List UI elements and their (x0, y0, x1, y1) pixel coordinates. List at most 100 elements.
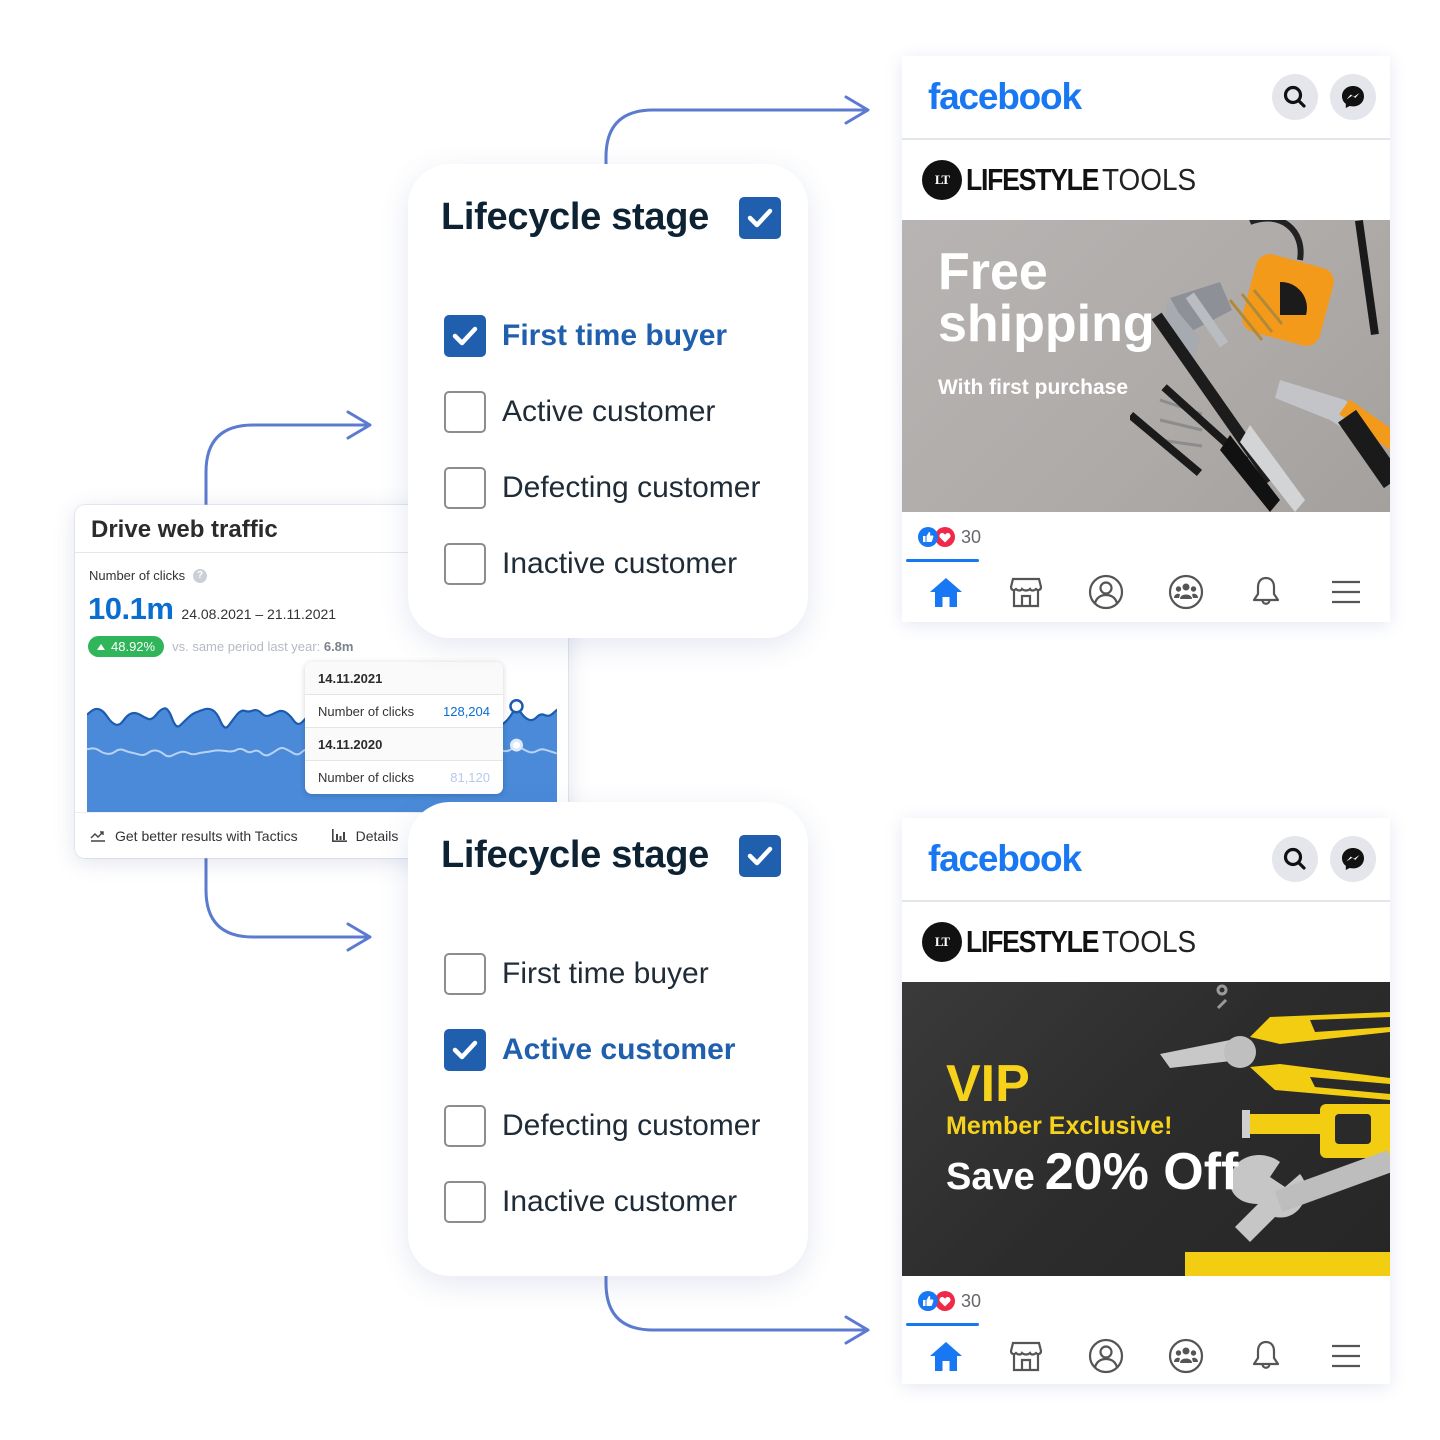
tactics-label: Get better results with Tactics (115, 827, 298, 844)
bell-icon (1252, 1340, 1280, 1369)
brand-name-light: TOOLS (1101, 924, 1196, 959)
lifecycle-title: Lifecycle stage (441, 196, 709, 238)
ad-offer: Save 20% Off (946, 1142, 1238, 1202)
option-label: First time buyer (502, 319, 728, 352)
option-label: First time buyer (502, 957, 709, 990)
highlight-point-current[interactable] (509, 698, 524, 714)
trend-up-icon (90, 830, 105, 842)
active-tab-indicator (906, 559, 979, 562)
option-defecting-customer[interactable]: Defecting customer (444, 1086, 760, 1166)
facebook-logo[interactable]: facebook (928, 76, 1082, 118)
option-active-customer[interactable]: Active customer (444, 372, 760, 452)
option-label: Inactive customer (502, 1185, 738, 1218)
option-first-time-buyer[interactable]: First time buyer (444, 296, 760, 376)
brand-name-bold: LIFESTYLE (966, 162, 1099, 197)
tab-groups[interactable] (1156, 1331, 1216, 1381)
reaction-icons (918, 1291, 955, 1311)
select-all-checkbox[interactable] (739, 196, 781, 239)
option-first-time-buyer[interactable]: First time buyer (444, 934, 760, 1014)
delta-row: 48.92% vs. same period last year: 6.8m (88, 636, 353, 657)
bar-chart-icon (331, 829, 347, 842)
ad-headline: Member Exclusive! (946, 1112, 1173, 1140)
arrow-up-icon (97, 643, 105, 650)
checkbox[interactable] (444, 391, 486, 433)
messenger-button[interactable] (1330, 836, 1376, 882)
lifecycle-title: Lifecycle stage (441, 834, 709, 876)
bell-icon (1252, 576, 1280, 605)
facebook-header: facebook (902, 818, 1390, 902)
checkbox[interactable] (444, 543, 486, 585)
checkmark-icon (747, 208, 773, 227)
facebook-logo[interactable]: facebook (928, 838, 1082, 880)
home-icon (930, 578, 962, 607)
messenger-button[interactable] (1330, 74, 1376, 120)
reactions-summary[interactable]: 30 (902, 512, 1390, 562)
facebook-tab-bar (902, 559, 1390, 622)
checkmark-icon (747, 846, 773, 865)
metric-value: 10.1m (88, 591, 174, 626)
tab-marketplace[interactable] (996, 567, 1056, 617)
ad-image-vip[interactable]: VIP Member Exclusive! Save 20% Off (902, 982, 1390, 1276)
page-brand[interactable]: LT LIFESTYLE TOOLS (902, 140, 1390, 220)
tooltip-current-date: 14.11.2021 (305, 662, 503, 695)
checkbox[interactable] (444, 467, 486, 509)
compare-label: vs. same period last year: (172, 639, 321, 654)
tooltip-current-row: Number of clicks 128,204 (305, 695, 503, 728)
page-brand[interactable]: LT LIFESTYLE TOOLS (902, 902, 1390, 982)
lifecycle-card-top: Lifecycle stage First time buyer Active … (408, 164, 808, 638)
reactions-summary[interactable]: 30 (902, 1276, 1390, 1326)
tab-home[interactable] (916, 567, 976, 617)
ad-headline-text: Free shipping (938, 243, 1155, 353)
checkbox[interactable] (444, 1105, 486, 1147)
tab-notifications[interactable] (1236, 1331, 1296, 1381)
checkbox[interactable] (444, 953, 486, 995)
highlight-point-previous[interactable] (509, 738, 523, 752)
tab-profile[interactable] (1076, 1331, 1136, 1381)
lifecycle-header: Lifecycle stage (441, 834, 781, 877)
option-inactive-customer[interactable]: Inactive customer (444, 1162, 760, 1242)
search-button[interactable] (1272, 836, 1318, 882)
tab-menu[interactable] (1316, 567, 1376, 617)
delta-value: 48.92% (111, 639, 156, 654)
facebook-post-bottom: facebook LT LIFESTYLE TOOLS VIP Member E… (902, 818, 1390, 1384)
tab-groups[interactable] (1156, 567, 1216, 617)
tab-notifications[interactable] (1236, 567, 1296, 617)
option-inactive-customer[interactable]: Inactive customer (444, 524, 760, 604)
tab-home[interactable] (916, 1331, 976, 1381)
reaction-count: 30 (961, 526, 982, 547)
chart-tooltip: 14.11.2021 Number of clicks 128,204 14.1… (305, 662, 503, 794)
like-reaction-icon (918, 1291, 938, 1311)
lifecycle-header: Lifecycle stage (441, 196, 781, 239)
love-reaction-icon (935, 1291, 955, 1311)
ad-image-free-shipping[interactable]: Free shipping With first purchase (902, 220, 1390, 512)
tab-marketplace[interactable] (996, 1331, 1056, 1381)
like-reaction-icon (918, 527, 938, 547)
question-mark-icon[interactable]: ? (193, 568, 208, 583)
ad-offer-value: 20% Off (1044, 1143, 1239, 1201)
compare-text: vs. same period last year: 6.8m (172, 639, 353, 654)
active-tab-indicator (906, 1323, 979, 1326)
tactics-link[interactable]: Get better results with Tactics (90, 828, 298, 844)
checkbox[interactable] (444, 1181, 486, 1223)
details-link[interactable]: Details (331, 827, 399, 844)
search-button[interactable] (1272, 74, 1318, 120)
brand-name-bold: LIFESTYLE (966, 924, 1099, 959)
header-actions (1272, 836, 1376, 882)
select-all-checkbox[interactable] (739, 834, 781, 877)
checkbox[interactable] (444, 1029, 486, 1071)
details-label: Details (355, 827, 399, 844)
checkbox[interactable] (444, 315, 486, 357)
tab-profile[interactable] (1076, 567, 1136, 617)
ad-subline: With first purchase (938, 376, 1129, 399)
profile-icon (1088, 1338, 1124, 1374)
option-label: Defecting customer (502, 1109, 761, 1142)
date-range: 24.08.2021 – 21.11.2021 (181, 606, 337, 622)
reaction-count: 30 (961, 1290, 982, 1311)
tooltip-current-value: 128,204 (443, 704, 490, 719)
arrow-top-to-fb (604, 95, 870, 166)
arrow-bottom-to-fb (604, 1274, 870, 1345)
option-active-customer[interactable]: Active customer (444, 1010, 760, 1090)
option-defecting-customer[interactable]: Defecting customer (444, 448, 760, 528)
metric-label-text: Number of clicks (89, 568, 186, 583)
tab-menu[interactable] (1316, 1331, 1376, 1381)
